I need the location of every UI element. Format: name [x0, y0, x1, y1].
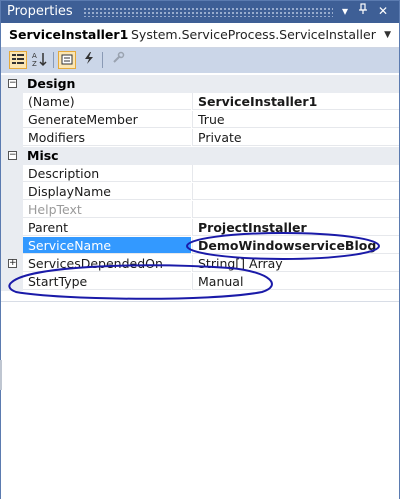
window-edge-marker	[0, 360, 6, 390]
toolbar-separator	[102, 52, 103, 68]
category-design[interactable]: − Design	[1, 75, 399, 93]
properties-toolbar: AZ	[1, 48, 399, 73]
title-bar: Properties ▾ ✕	[1, 1, 399, 23]
property-row[interactable]: DisplayName	[1, 183, 399, 201]
object-selector[interactable]: ServiceInstaller1 System.ServiceProcess.…	[1, 23, 399, 48]
row-gutter	[1, 219, 23, 237]
row-gutter	[1, 111, 23, 129]
selected-object-type: System.ServiceProcess.ServiceInstaller	[131, 27, 376, 42]
property-row[interactable]: HelpText	[1, 201, 399, 219]
drag-grip[interactable]	[83, 7, 333, 17]
pin-icon[interactable]	[355, 3, 371, 19]
row-gutter	[1, 183, 23, 201]
category-label: Misc	[27, 148, 59, 163]
toolbar-separator	[53, 52, 54, 68]
property-value[interactable]	[192, 165, 399, 182]
property-grid: − Design (Name) ServiceInstaller1 Genera…	[1, 73, 399, 299]
chevron-down-icon[interactable]: ▼	[384, 23, 391, 47]
property-name: Description	[23, 165, 191, 182]
close-icon[interactable]: ✕	[375, 3, 391, 19]
property-name: ServiceName	[23, 237, 191, 254]
property-name: DisplayName	[23, 183, 191, 200]
row-gutter	[1, 237, 23, 255]
row-gutter	[1, 129, 23, 147]
category-misc[interactable]: − Misc	[1, 147, 399, 165]
property-name: HelpText	[23, 201, 191, 218]
window-title: Properties	[7, 4, 73, 19]
property-value[interactable]: Private	[192, 129, 399, 146]
property-value[interactable]: Manual	[192, 273, 399, 290]
svg-text:A: A	[32, 52, 37, 60]
row-gutter	[1, 273, 23, 291]
property-name: GenerateMember	[23, 111, 191, 128]
description-panel	[1, 301, 399, 499]
selected-object-name: ServiceInstaller1	[9, 27, 129, 42]
row-gutter	[1, 201, 23, 219]
properties-window: Properties ▾ ✕ ServiceInstaller1 System.…	[0, 0, 400, 499]
property-value[interactable]: ProjectInstaller	[192, 219, 399, 236]
property-row[interactable]: + ServicesDependedOn String[] Array	[1, 255, 399, 273]
property-name: ServicesDependedOn	[23, 255, 191, 272]
property-name: StartType	[23, 273, 191, 290]
property-name: Modifiers	[23, 129, 191, 146]
property-pages-icon[interactable]	[109, 51, 127, 69]
svg-text:Z: Z	[32, 60, 37, 67]
property-value[interactable]: True	[192, 111, 399, 128]
property-row[interactable]: GenerateMember True	[1, 111, 399, 129]
events-icon[interactable]	[80, 51, 98, 69]
dropdown-arrow-icon[interactable]: ▾	[337, 3, 353, 19]
row-gutter	[1, 165, 23, 183]
property-value[interactable]: String[] Array	[192, 255, 399, 272]
collapse-icon[interactable]: −	[8, 79, 17, 88]
expand-icon[interactable]: +	[8, 259, 17, 268]
properties-icon[interactable]	[58, 51, 76, 69]
property-name: Parent	[23, 219, 191, 236]
property-row[interactable]: Description	[1, 165, 399, 183]
property-row-selected[interactable]: ServiceName DemoWindowserviceBlog	[1, 237, 399, 255]
collapse-icon[interactable]: −	[8, 151, 17, 160]
property-value[interactable]: ServiceInstaller1	[192, 93, 399, 110]
property-row[interactable]: (Name) ServiceInstaller1	[1, 93, 399, 111]
row-gutter	[1, 93, 23, 111]
property-row[interactable]: Modifiers Private	[1, 129, 399, 147]
property-value[interactable]	[192, 183, 399, 200]
property-value[interactable]: DemoWindowserviceBlog	[192, 237, 399, 254]
property-row[interactable]: Parent ProjectInstaller	[1, 219, 399, 237]
property-name: (Name)	[23, 93, 191, 110]
property-value[interactable]	[192, 201, 399, 218]
category-label: Design	[27, 76, 76, 91]
alphabetical-icon[interactable]: AZ	[31, 51, 49, 69]
property-row[interactable]: StartType Manual	[1, 273, 399, 291]
categorized-icon[interactable]	[9, 51, 27, 69]
